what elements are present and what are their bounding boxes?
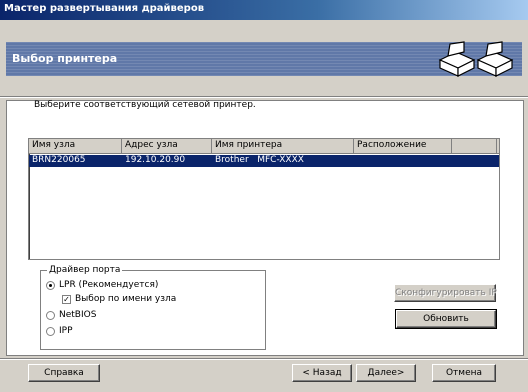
cell-node-name: BRN220065 bbox=[32, 155, 86, 165]
wizard-banner: Выбор принтера bbox=[0, 20, 528, 94]
printer-list[interactable]: Имя узла Адрес узла Имя принтера Располо… bbox=[28, 138, 500, 260]
configure-ip-button[interactable]: Сконфигурировать IP bbox=[394, 284, 497, 302]
cell-extra bbox=[452, 155, 497, 167]
instruction-label: Выберите соответствующий сетевой принтер… bbox=[34, 100, 256, 110]
refresh-button[interactable]: Обновить bbox=[395, 309, 497, 329]
checkbox-label: Выбор по имени узла bbox=[75, 294, 177, 304]
radio-dot bbox=[46, 310, 55, 320]
next-button[interactable]: Далее> bbox=[356, 364, 416, 382]
column-header-location[interactable]: Расположение bbox=[354, 139, 452, 153]
radio-lpr[interactable]: LPR (Рекомендуется) bbox=[46, 280, 158, 290]
radio-netbios-label: NetBIOS bbox=[59, 310, 97, 320]
back-button[interactable]: < Назад bbox=[292, 364, 352, 382]
window-title: Мастер развертывания драйверов bbox=[4, 3, 205, 14]
banner-title: Выбор принтера bbox=[12, 52, 118, 65]
help-button[interactable]: Справка bbox=[28, 364, 100, 382]
radio-ipp[interactable]: IPP bbox=[46, 326, 73, 336]
list-header: Имя узла Адрес узла Имя принтера Располо… bbox=[29, 139, 499, 154]
cell-location bbox=[354, 155, 452, 167]
radio-netbios[interactable]: NetBIOS bbox=[46, 310, 96, 320]
title-bar: Мастер развертывания драйверов bbox=[0, 0, 528, 20]
port-driver-legend: Драйвер порта bbox=[47, 265, 123, 275]
column-header-node-name[interactable]: Имя узла bbox=[29, 139, 122, 153]
cell-node-address: 192.10.20.90 bbox=[125, 155, 186, 165]
radio-ipp-label: IPP bbox=[59, 326, 73, 336]
banner-icons bbox=[436, 38, 516, 81]
radio-dot bbox=[46, 280, 55, 290]
table-row[interactable]: BRN220065 192.10.20.90 Brother MFC-XXXX bbox=[29, 155, 499, 167]
cancel-button[interactable]: Отмена bbox=[432, 364, 496, 382]
checkbox-box: ✓ bbox=[62, 294, 71, 304]
column-header-extra[interactable] bbox=[452, 139, 497, 153]
radio-lpr-label: LPR (Рекомендуется) bbox=[59, 280, 159, 290]
column-header-node-address[interactable]: Адрес узла bbox=[122, 139, 212, 153]
cell-printer-name: Brother MFC-XXXX bbox=[215, 155, 304, 165]
divider-top bbox=[0, 96, 528, 98]
divider-bottom bbox=[0, 358, 528, 360]
printer-icon bbox=[438, 41, 514, 77]
radio-dot bbox=[46, 326, 55, 336]
checkbox-select-by-node-name[interactable]: ✓ Выбор по имени узла bbox=[62, 294, 176, 304]
column-header-printer-name[interactable]: Имя принтера bbox=[212, 139, 354, 153]
